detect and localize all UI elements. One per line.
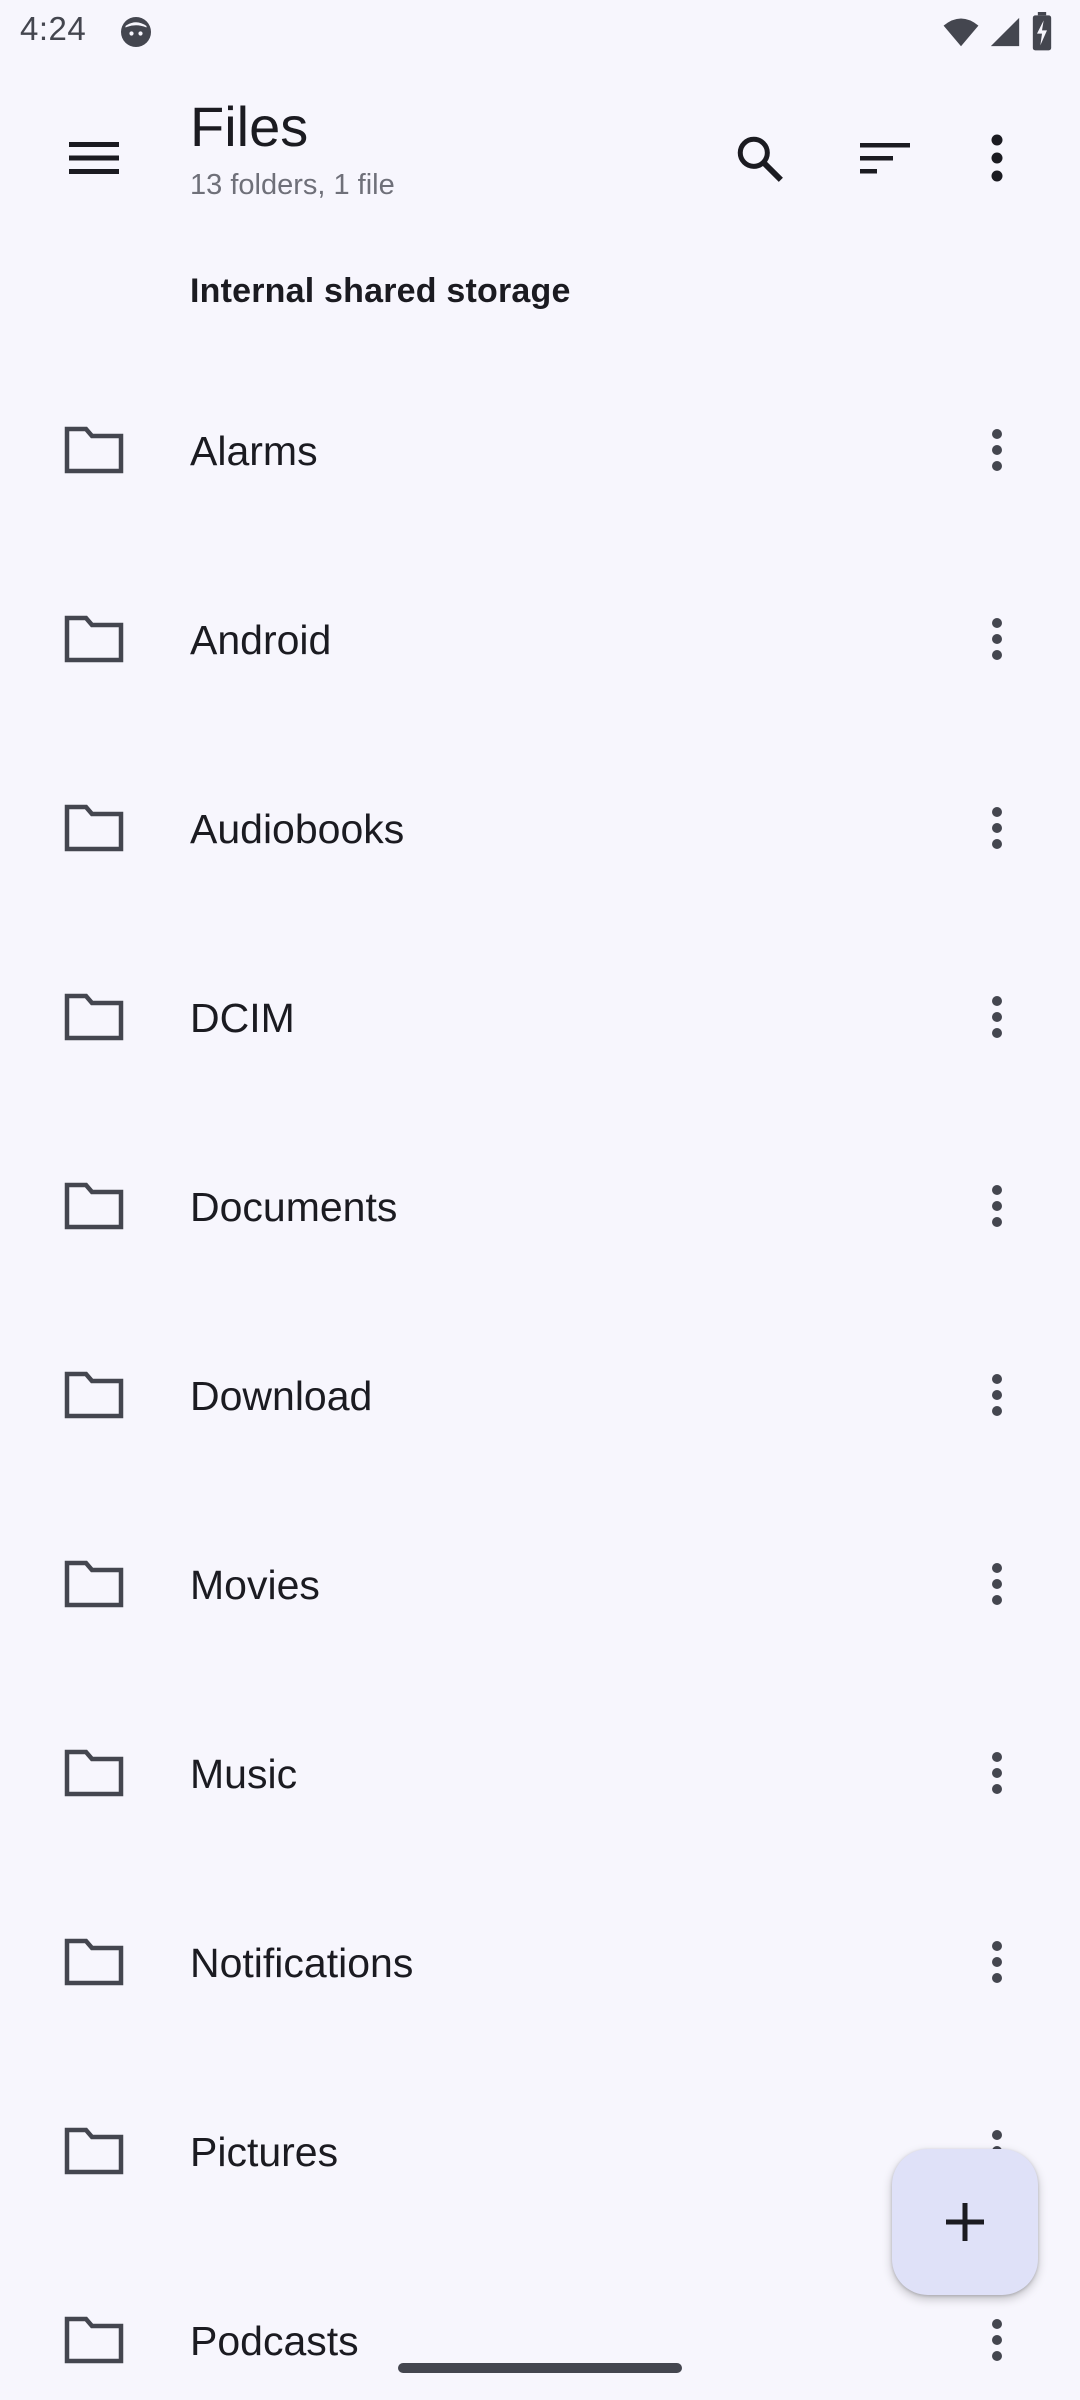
folder-icon bbox=[64, 1371, 124, 1419]
file-name: DCIM bbox=[190, 995, 295, 1041]
file-row-alarms[interactable]: Alarms bbox=[0, 356, 1080, 545]
folder-icon bbox=[64, 1182, 124, 1230]
more-vert-icon bbox=[992, 618, 1002, 660]
file-name: Podcasts bbox=[190, 2318, 359, 2364]
folder-icon bbox=[64, 2316, 124, 2364]
file-name: Pictures bbox=[190, 2129, 339, 2175]
file-row-movies[interactable]: Movies bbox=[0, 1490, 1080, 1679]
sort-icon bbox=[860, 143, 910, 174]
file-row-music[interactable]: Music bbox=[0, 1679, 1080, 1868]
folder-icon bbox=[64, 1749, 124, 1797]
battery-charging-icon bbox=[1032, 12, 1052, 51]
search-icon bbox=[737, 136, 783, 182]
file-name: Notifications bbox=[190, 1940, 414, 1986]
top-app-bar: Files 13 folders, 1 file bbox=[0, 66, 1080, 226]
more-vert-icon bbox=[992, 1752, 1002, 1794]
file-row-documents[interactable]: Documents bbox=[0, 1112, 1080, 1301]
file-more-button[interactable] bbox=[955, 1731, 1039, 1815]
file-more-button[interactable] bbox=[955, 1353, 1039, 1437]
file-more-button[interactable] bbox=[955, 597, 1039, 681]
more-vert-icon bbox=[992, 1185, 1002, 1227]
more-vert-icon bbox=[992, 1941, 1002, 1983]
status-time: 4:24 bbox=[20, 10, 87, 47]
file-name: Download bbox=[190, 1373, 373, 1419]
file-row-download[interactable]: Download bbox=[0, 1301, 1080, 1490]
file-more-button[interactable] bbox=[955, 1164, 1039, 1248]
more-options-button[interactable] bbox=[955, 116, 1039, 200]
gesture-navigation-handle[interactable] bbox=[398, 2363, 682, 2373]
file-row-android[interactable]: Android bbox=[0, 545, 1080, 734]
storage-section-header: Internal shared storage bbox=[190, 272, 571, 310]
navigation-menu-button[interactable] bbox=[52, 116, 136, 200]
create-new-fab[interactable] bbox=[892, 2149, 1038, 2295]
file-more-button[interactable] bbox=[955, 975, 1039, 1059]
more-vert-icon bbox=[992, 1563, 1002, 1605]
file-list: Alarms Android Audiobooks DCIM Documents… bbox=[0, 356, 1080, 2400]
file-name: Movies bbox=[190, 1562, 320, 1608]
status-bar: 4:24 bbox=[0, 0, 1080, 66]
file-row-notifications[interactable]: Notifications bbox=[0, 1868, 1080, 2057]
folder-icon bbox=[64, 993, 124, 1041]
cell-signal-icon bbox=[990, 17, 1020, 47]
file-row-dcim[interactable]: DCIM bbox=[0, 923, 1080, 1112]
more-vert-icon bbox=[992, 1374, 1002, 1416]
file-more-button[interactable] bbox=[955, 408, 1039, 492]
search-button[interactable] bbox=[717, 116, 801, 200]
status-icons bbox=[942, 12, 1054, 52]
file-row-audiobooks[interactable]: Audiobooks bbox=[0, 734, 1080, 923]
folder-count-subtitle: 13 folders, 1 file bbox=[190, 169, 395, 201]
page-title: Files bbox=[190, 95, 309, 158]
notification-face-icon bbox=[121, 17, 151, 47]
file-name: Android bbox=[190, 617, 332, 663]
file-name: Alarms bbox=[190, 428, 318, 474]
file-name: Audiobooks bbox=[190, 806, 405, 852]
more-vert-icon bbox=[992, 429, 1002, 471]
folder-icon bbox=[64, 615, 124, 663]
file-more-button[interactable] bbox=[955, 786, 1039, 870]
folder-icon bbox=[64, 1938, 124, 1986]
file-name: Documents bbox=[190, 1184, 398, 1230]
more-vert-icon bbox=[992, 2319, 1002, 2361]
folder-icon bbox=[64, 426, 124, 474]
folder-icon bbox=[64, 1560, 124, 1608]
folder-icon bbox=[64, 804, 124, 852]
more-vert-icon bbox=[992, 996, 1002, 1038]
file-more-button[interactable] bbox=[955, 2298, 1039, 2382]
folder-icon bbox=[64, 2127, 124, 2175]
file-more-button[interactable] bbox=[955, 1920, 1039, 2004]
file-name: Music bbox=[190, 1751, 298, 1797]
file-more-button[interactable] bbox=[955, 1542, 1039, 1626]
sort-button[interactable] bbox=[843, 116, 927, 200]
add-icon bbox=[946, 2203, 984, 2241]
hamburger-menu-icon bbox=[69, 142, 119, 174]
more-vert-icon bbox=[991, 134, 1003, 182]
more-vert-icon bbox=[992, 807, 1002, 849]
wifi-icon bbox=[943, 18, 979, 47]
